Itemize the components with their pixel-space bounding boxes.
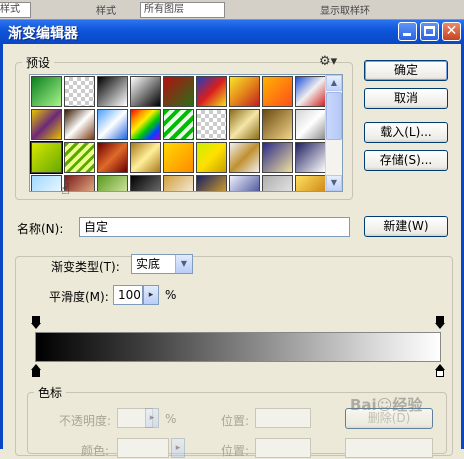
opacity-stop-left[interactable] (31, 316, 41, 329)
watermark-logo: Bai☺经验 (350, 396, 423, 414)
background-toolbar: 样式 样式 所有图层 显示取样环 (0, 0, 464, 21)
gradient-preset-swatch[interactable] (163, 76, 194, 107)
color-stops-legend: 色标 (38, 386, 63, 400)
scroll-down-icon[interactable]: ▼ (326, 175, 342, 191)
smoothness-label: 平滑度(M): (49, 290, 109, 304)
maximize-icon (424, 26, 435, 36)
gear-glyph: ⚙ (319, 54, 331, 69)
opacity-label: 不透明度: (59, 414, 112, 428)
position2-label: 位置: (221, 444, 250, 458)
cancel-button[interactable]: 取消 (364, 88, 448, 109)
minimize-button[interactable] (398, 22, 417, 41)
gradient-preset-swatch[interactable] (97, 109, 128, 140)
minimize-icon (403, 33, 411, 36)
gradient-preset-swatch[interactable] (130, 142, 161, 173)
gradient-preset-swatch[interactable] (64, 142, 95, 173)
chevron-down-icon[interactable]: ▼ (175, 255, 192, 273)
close-button[interactable]: ✕ (442, 22, 461, 41)
background-sample-select: 所有图层 (140, 2, 225, 18)
gradient-preset-swatch[interactable] (229, 76, 260, 107)
name-label: 名称(N): (17, 222, 64, 236)
gradient-preset-swatch[interactable] (295, 175, 326, 191)
gradient-preset-swatch[interactable] (64, 109, 95, 140)
gradient-preset-swatch[interactable] (262, 109, 293, 140)
position-label: 位置: (221, 414, 250, 428)
presets-scrollbar[interactable]: ▲ ▼ (325, 75, 342, 191)
gradient-preset-swatch[interactable] (64, 76, 95, 107)
save-button[interactable]: 存储(S)... (364, 150, 448, 171)
gradient-type-value: 实底 (136, 257, 161, 271)
gradient-preset-swatch[interactable] (196, 175, 227, 191)
name-input[interactable]: 自定 (79, 217, 350, 237)
gradient-preset-swatch[interactable] (229, 142, 260, 173)
gradient-preset-swatch[interactable] (229, 175, 260, 191)
opacity-unit: % (165, 412, 177, 426)
new-button[interactable]: 新建(W) (364, 216, 448, 237)
position2-input (255, 438, 311, 458)
gradient-preset-swatch[interactable] (295, 76, 326, 107)
gradient-preset-swatch[interactable] (163, 109, 194, 140)
gradient-preset-swatch[interactable] (262, 142, 293, 173)
gradient-preset-swatch[interactable] (130, 109, 161, 140)
gradient-preset-swatch[interactable] (196, 109, 227, 140)
scroll-thumb[interactable] (326, 92, 342, 140)
opacity-stop-right[interactable] (435, 316, 445, 329)
color-stop-right[interactable] (435, 364, 445, 377)
gradient-type-select[interactable]: 实底 ▼ (131, 254, 193, 274)
color-label: 颜色: (81, 444, 110, 458)
load-button[interactable]: 载入(L)... (364, 122, 448, 143)
presets-swatch-list[interactable]: ▲ ▼ (29, 74, 343, 192)
swatch-grid[interactable] (30, 75, 326, 191)
color-menu-icon: ▸ (171, 438, 185, 458)
position-input (255, 408, 311, 428)
smoothness-unit: % (165, 288, 177, 302)
dialog-body: 预设 ⚙▾ ▲ ▼ ☝ 确定 取消 载入(L)... 存储(S)... 名称(N… (0, 44, 464, 458)
gradient-preset-swatch[interactable] (295, 142, 326, 173)
background-style-field: 样式 (0, 2, 31, 18)
hand-cursor-icon: ☝ (61, 180, 71, 198)
close-icon: ✕ (445, 23, 458, 39)
color-swatch-field (117, 438, 169, 458)
window-title: 渐变编辑器 (8, 26, 78, 42)
gradient-preset-swatch[interactable] (97, 142, 128, 173)
gear-icon[interactable]: ⚙▾ (319, 54, 337, 69)
opacity-slider-icon: ▸ (145, 408, 159, 428)
smoothness-input[interactable]: 100 (113, 285, 143, 305)
background-checkbox-label: 显示取样环 (320, 6, 370, 17)
color-stop-left[interactable] (31, 364, 41, 377)
gradient-preset-swatch[interactable] (97, 175, 128, 191)
background-sample-label: 样式 (96, 6, 116, 17)
gradient-preset-swatch[interactable] (130, 76, 161, 107)
gradient-preset-swatch[interactable] (163, 142, 194, 173)
gradient-preset-swatch[interactable] (30, 141, 63, 174)
gradient-type-label: 渐变类型(T): (51, 260, 120, 274)
gradient-preset-swatch[interactable] (262, 175, 293, 191)
scroll-up-icon[interactable]: ▲ (326, 75, 342, 91)
gradient-preset-swatch[interactable] (229, 109, 260, 140)
gradient-preset-swatch[interactable] (31, 109, 62, 140)
ok-button[interactable]: 确定 (364, 60, 448, 81)
maximize-button[interactable] (420, 22, 439, 41)
gradient-preset-swatch[interactable] (130, 175, 161, 191)
gradient-preset-swatch[interactable] (196, 142, 227, 173)
gradient-preset-swatch[interactable] (31, 175, 62, 191)
gradient-preset-swatch[interactable] (295, 109, 326, 140)
gradient-preset-swatch[interactable] (97, 76, 128, 107)
gradient-preset-swatch[interactable] (196, 76, 227, 107)
gradient-preset-swatch[interactable] (31, 76, 62, 107)
presets-legend: 预设 (26, 56, 51, 70)
smoothness-slider-icon[interactable]: ▸ (143, 285, 159, 305)
title-bar[interactable]: 渐变编辑器 ✕ (0, 19, 464, 44)
gradient-preset-swatch[interactable] (163, 175, 194, 191)
gradient-preset-swatch[interactable] (262, 76, 293, 107)
gradient-preview-bar[interactable] (35, 332, 441, 362)
color-delete-button (345, 438, 433, 458)
